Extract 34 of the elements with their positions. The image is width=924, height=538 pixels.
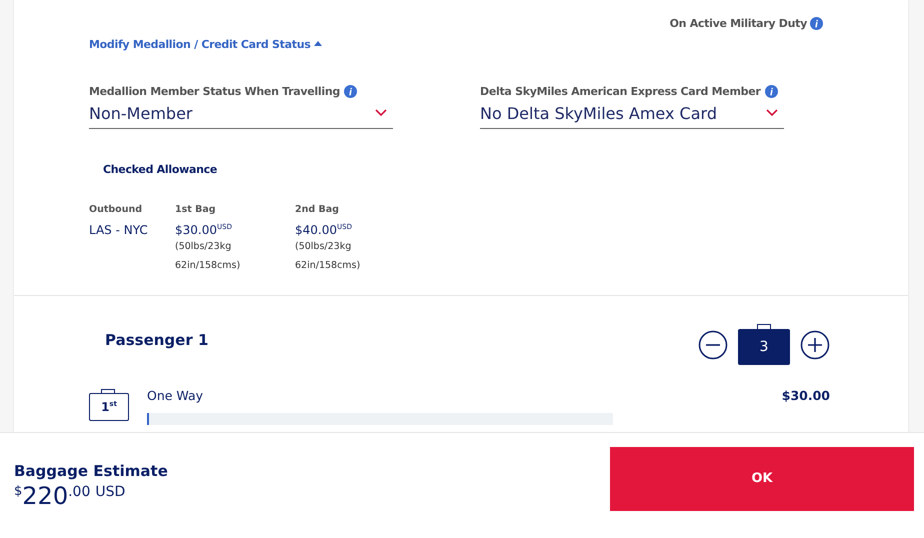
- modify-status-link[interactable]: Modify Medallion / Credit Card Status: [89, 38, 322, 51]
- dropdown-field[interactable]: No Delta SkyMiles Amex Card: [480, 98, 784, 129]
- plus-icon[interactable]: [800, 330, 830, 360]
- column-header: 1st Bag: [175, 204, 217, 215]
- section-title: Checked Allowance: [102, 162, 218, 176]
- chevron-down-icon: [766, 109, 778, 117]
- currency-symbol: $: [14, 484, 22, 498]
- column-header: 2nd Bag: [295, 204, 340, 215]
- info-icon[interactable]: [344, 85, 357, 98]
- bag-count: 3: [738, 324, 790, 365]
- chevron-down-icon: [375, 109, 387, 117]
- size-limit: 62in/158cms): [295, 259, 362, 273]
- weight-limit: (50lbs/23kg: [295, 240, 352, 254]
- bag-price: $30.00$^{USD}$: [175, 223, 233, 237]
- dropdown-field[interactable]: Non-Member: [89, 98, 393, 129]
- weight-limit: (50lbs/23kg: [175, 240, 232, 254]
- passenger-name: Passenger 1: [105, 330, 208, 348]
- ok-button[interactable]: OK: [610, 446, 914, 510]
- field-label: Delta SkyMiles American Express Card Member: [480, 85, 760, 98]
- bag-price: $40.00$^{USD}$: [295, 223, 353, 237]
- column-header: Outbound: [89, 204, 144, 215]
- currency-code: USD: [95, 484, 126, 500]
- route-text: LAS - NYC: [89, 223, 149, 237]
- bag-price: $30.00: [782, 388, 830, 403]
- minus-icon[interactable]: [698, 330, 728, 360]
- field-label: Medallion Member Status When Travelling: [89, 85, 340, 98]
- trip-label: One Way: [147, 388, 204, 403]
- estimate-label: Baggage Estimate: [14, 462, 168, 480]
- total-cents: .00: [68, 484, 90, 500]
- info-icon[interactable]: [764, 85, 778, 98]
- duty-label: On Active Military Duty: [670, 17, 807, 30]
- size-limit: 62in/158cms): [175, 259, 242, 273]
- total-amount: 220: [22, 482, 68, 510]
- info-icon[interactable]: [810, 17, 823, 30]
